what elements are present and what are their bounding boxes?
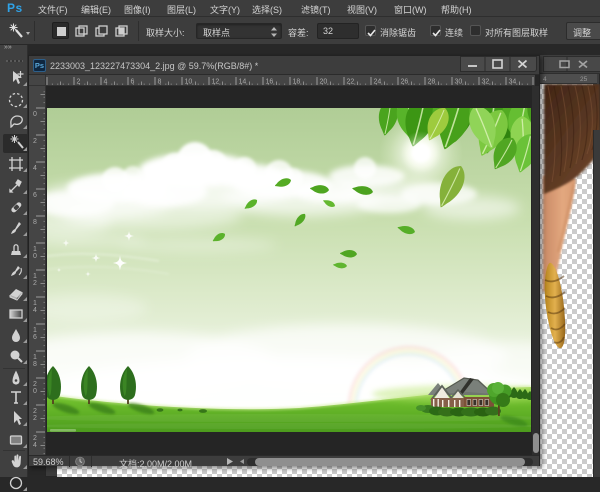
svg-text:2: 2 [77, 79, 81, 86]
svg-text:12: 12 [212, 79, 220, 86]
svg-text:2: 2 [33, 381, 37, 388]
svg-text:26: 26 [401, 79, 409, 86]
svg-text:2: 2 [33, 415, 37, 422]
svg-text:2: 2 [33, 435, 37, 442]
svg-text:1: 1 [33, 354, 37, 361]
svg-text:18: 18 [293, 79, 301, 86]
svg-text:34: 34 [509, 79, 517, 86]
svg-text:8: 8 [158, 79, 162, 86]
svg-text:10: 10 [185, 79, 193, 86]
svg-text:0: 0 [33, 388, 37, 395]
svg-text:6: 6 [131, 79, 135, 86]
svg-text:6: 6 [33, 192, 37, 199]
svg-text:8: 8 [33, 361, 37, 368]
svg-text:32: 32 [482, 79, 490, 86]
svg-text:20: 20 [320, 79, 328, 86]
svg-text:6: 6 [33, 334, 37, 341]
svg-text:1: 1 [33, 327, 37, 334]
svg-text:1: 1 [33, 300, 37, 307]
svg-text:4: 4 [104, 79, 108, 86]
svg-text:1: 1 [33, 246, 37, 253]
svg-text:4: 4 [33, 442, 37, 449]
svg-text:4: 4 [33, 307, 37, 314]
svg-text:22: 22 [347, 79, 355, 86]
svg-text:2: 2 [33, 138, 37, 145]
svg-text:4: 4 [33, 165, 37, 172]
svg-text:14: 14 [239, 79, 247, 86]
svg-text:0: 0 [33, 253, 37, 260]
svg-text:1: 1 [33, 273, 37, 280]
svg-text:30: 30 [455, 79, 463, 86]
svg-text:0: 0 [33, 111, 37, 118]
svg-text:2: 2 [33, 408, 37, 415]
svg-text:8: 8 [33, 219, 37, 226]
svg-text:24: 24 [374, 79, 382, 86]
svg-text:16: 16 [266, 79, 274, 86]
svg-text:2: 2 [33, 280, 37, 287]
svg-text:28: 28 [428, 79, 436, 86]
